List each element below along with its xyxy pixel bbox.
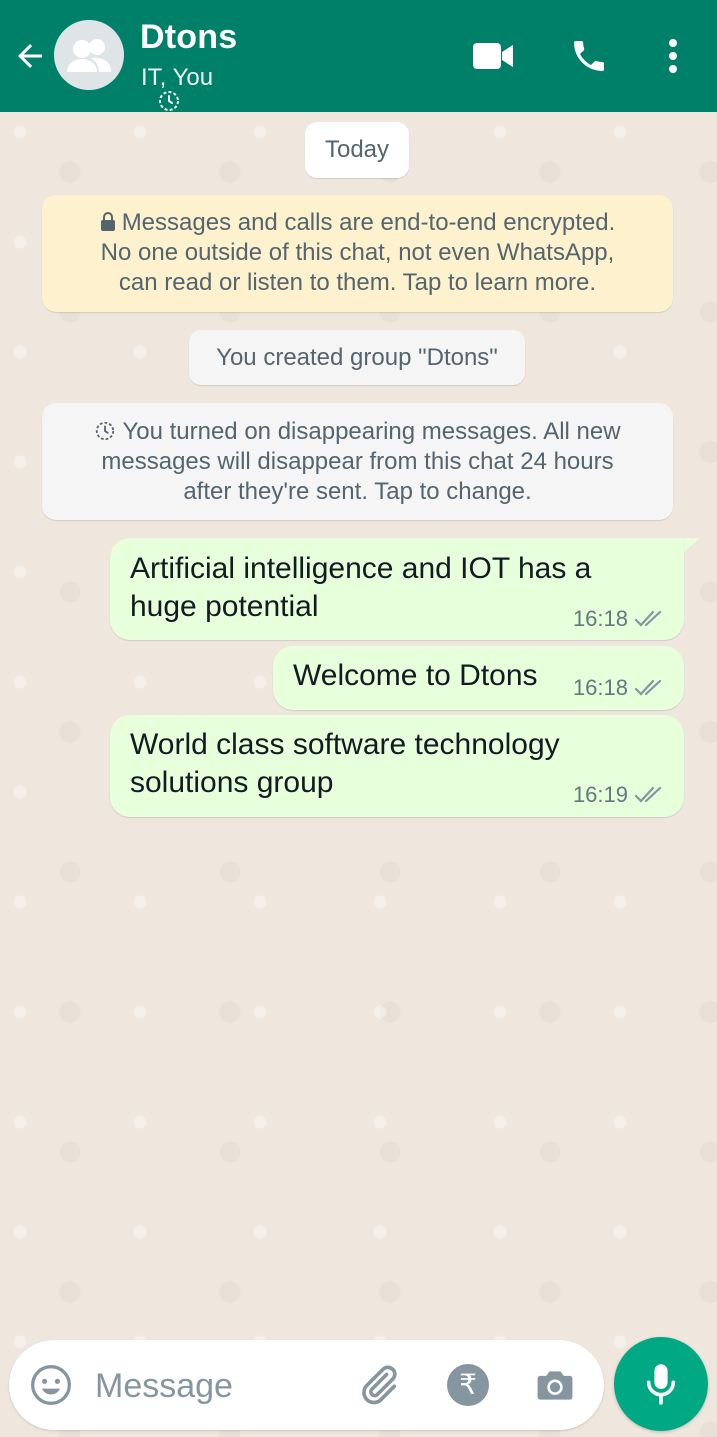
video-call-icon: [473, 43, 513, 69]
more-vert-icon: [669, 39, 677, 73]
encryption-line-3: can read or listen to them. Tap to learn…: [118, 269, 597, 296]
voice-call-button[interactable]: [563, 30, 615, 82]
message-time: 16:18: [572, 675, 628, 700]
lock-icon: [100, 212, 115, 231]
message-text: solutions group: [130, 766, 334, 799]
chat-title[interactable]: Dtons: [140, 18, 237, 57]
group-avatar-icon: [67, 39, 111, 72]
camera-icon[interactable]: [533, 1363, 577, 1407]
attach-icon[interactable]: [355, 1362, 401, 1408]
disappearing-line-3: after they're sent. Tap to change.: [183, 478, 532, 505]
voice-record-button[interactable]: [614, 1337, 708, 1431]
disappearing-line-1: You turned on disappearing messages. All…: [122, 418, 621, 445]
timer-icon: [159, 91, 179, 111]
message-composer: ₹: [9, 1340, 604, 1430]
payment-button[interactable]: ₹: [447, 1364, 489, 1406]
double-check-icon: [634, 679, 662, 696]
chat-header: Dtons IT, You: [0, 0, 717, 116]
disappearing-line-2: messages will disappear from this chat 2…: [101, 448, 614, 475]
message-bubble[interactable]: World class software technology solution…: [110, 715, 684, 817]
more-options-button[interactable]: [647, 30, 699, 82]
chat-subtitle[interactable]: IT, You: [141, 64, 213, 92]
message-text: World class software technology: [130, 728, 560, 761]
date-divider: Today: [305, 122, 409, 178]
group-avatar[interactable]: [54, 20, 184, 116]
message-bubble[interactable]: Artificial intelligence and IOT has a hu…: [110, 538, 684, 640]
mic-icon: [646, 1364, 676, 1405]
back-arrow-icon[interactable]: [12, 38, 48, 74]
group-created-notice: You created group "Dtons": [189, 330, 525, 385]
bubble-tail: [684, 538, 700, 552]
message-bubble[interactable]: Welcome to Dtons 16:18: [273, 646, 684, 710]
phone-icon: [574, 41, 604, 71]
double-check-icon: [634, 786, 662, 803]
double-check-icon: [634, 610, 662, 627]
rupee-icon: ₹: [459, 1368, 477, 1401]
message-input[interactable]: [93, 1360, 347, 1412]
encryption-line-2: No one outside of this chat, not even Wh…: [100, 239, 615, 266]
emoji-icon[interactable]: [29, 1363, 73, 1407]
message-text: huge potential: [130, 590, 319, 623]
video-call-button[interactable]: [467, 30, 519, 82]
message-text: Welcome to Dtons: [293, 659, 538, 692]
timer-icon: [96, 421, 115, 441]
message-text: Artificial intelligence and IOT has a: [130, 552, 592, 585]
message-time: 16:19: [572, 782, 628, 807]
encryption-line-1: Messages and calls are end-to-end encryp…: [121, 209, 616, 236]
disappearing-notice[interactable]: You turned on disappearing messages. All…: [42, 403, 673, 520]
encryption-notice[interactable]: Messages and calls are end-to-end encryp…: [42, 195, 673, 312]
message-time: 16:18: [572, 606, 628, 631]
